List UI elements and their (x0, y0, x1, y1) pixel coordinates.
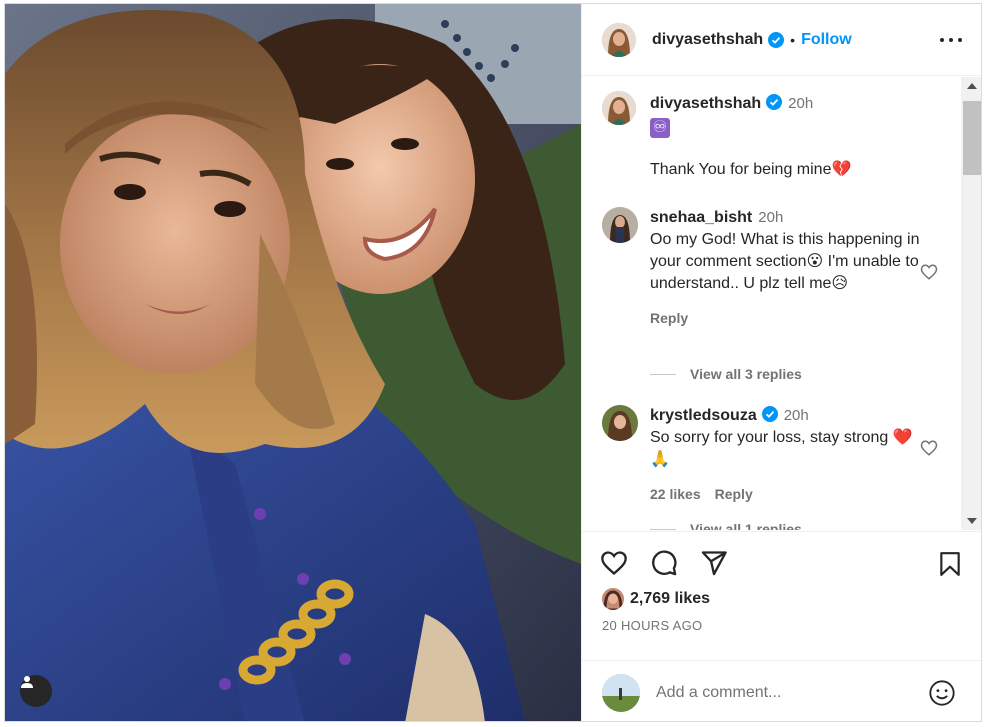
scroll-thumb[interactable] (963, 101, 981, 175)
caption-text: Thank You for being mine💔 (650, 161, 852, 178)
emoji-icon[interactable] (928, 679, 956, 707)
likes-row: 2,769 likes (602, 588, 710, 610)
author-avatar[interactable] (602, 22, 636, 57)
commenter-avatar-image (602, 405, 638, 441)
author-avatar-image (602, 22, 636, 57)
caption: divyasethshah 20h ♾ Thank You for being m… (602, 91, 958, 211)
post-header: divyasethshah • Follow (582, 4, 981, 76)
view-replies-label[interactable]: View all 1 replies (690, 521, 802, 530)
post-panel: divyasethshah • Follow divyasethshah 20h… (581, 4, 981, 721)
share-icon[interactable] (700, 549, 728, 577)
infinity-emoji: ♾ (650, 118, 670, 138)
current-user-avatar (602, 673, 640, 712)
heart-icon[interactable] (600, 549, 628, 577)
replies-line (650, 373, 676, 375)
reply-button[interactable]: Reply (715, 486, 753, 502)
post-actions: 2,769 likes 20 HOURS AGO (582, 531, 981, 721)
reply-button[interactable]: Reply (650, 310, 688, 326)
likes-count[interactable]: 2,769 likes (630, 590, 710, 608)
author-username[interactable]: divyasethshah (652, 31, 763, 49)
commenter-avatar-image (602, 207, 638, 243)
comments-scrollbar[interactable] (961, 77, 981, 530)
post-timestamp[interactable]: 20 HOURS AGO (602, 618, 702, 633)
view-replies-label[interactable]: View all 3 replies (690, 366, 802, 382)
comment-username[interactable]: snehaa_bisht (650, 209, 752, 226)
add-comment-row (582, 660, 981, 721)
scroll-down-arrow[interactable] (961, 512, 981, 530)
scroll-up-arrow[interactable] (961, 77, 981, 95)
caption-avatar-image (602, 91, 636, 125)
view-replies-button[interactable]: View all 1 replies (650, 521, 802, 530)
comment-likes[interactable]: 22 likes (650, 486, 701, 502)
comments-list[interactable]: divyasethshah 20h ♾ Thank You for being m… (582, 77, 960, 530)
caption-avatar[interactable] (602, 91, 636, 125)
bookmark-icon[interactable] (937, 550, 963, 578)
like-comment-heart-icon[interactable] (920, 263, 938, 281)
comment-username[interactable]: krystledsouza (650, 407, 757, 424)
comment-item: snehaa_bisht 20h Oo my God! What is this … (602, 207, 958, 387)
comment-time[interactable]: 20h (758, 209, 783, 226)
user-tag-button[interactable] (20, 675, 52, 707)
more-options-icon[interactable] (940, 30, 962, 50)
user-tag-icon (21, 676, 33, 688)
like-comment-heart-icon[interactable] (920, 439, 938, 457)
verified-icon (766, 94, 783, 110)
post-dialog: divyasethshah • Follow divyasethshah 20h… (4, 3, 982, 722)
commenter-avatar[interactable] (602, 405, 638, 441)
post-image (5, 4, 581, 721)
liker-avatar-image (602, 588, 624, 610)
commenter-avatar[interactable] (602, 207, 638, 243)
post-photo[interactable] (5, 4, 581, 721)
comment-text: So sorry for your loss, stay strong ❤️🙏 (650, 429, 913, 468)
view-replies-button[interactable]: View all 3 replies (650, 366, 802, 382)
comment-time[interactable]: 20h (784, 407, 809, 424)
comment-text: Oo my God! What is this happening in you… (650, 231, 920, 292)
comment-item: krystledsouza 20h So sorry for your loss,… (602, 405, 958, 515)
replies-line (650, 528, 676, 530)
comment-icon[interactable] (650, 549, 678, 577)
caption-username[interactable]: divyasethshah (650, 95, 761, 112)
current-user-avatar-image (602, 673, 640, 712)
verified-icon (768, 31, 785, 48)
separator-dot: • (790, 31, 796, 48)
add-comment-input[interactable] (656, 683, 906, 702)
follow-button[interactable]: Follow (801, 31, 852, 49)
verified-icon (761, 406, 778, 422)
caption-time[interactable]: 20h (788, 95, 813, 112)
liker-avatar[interactable] (602, 588, 624, 610)
